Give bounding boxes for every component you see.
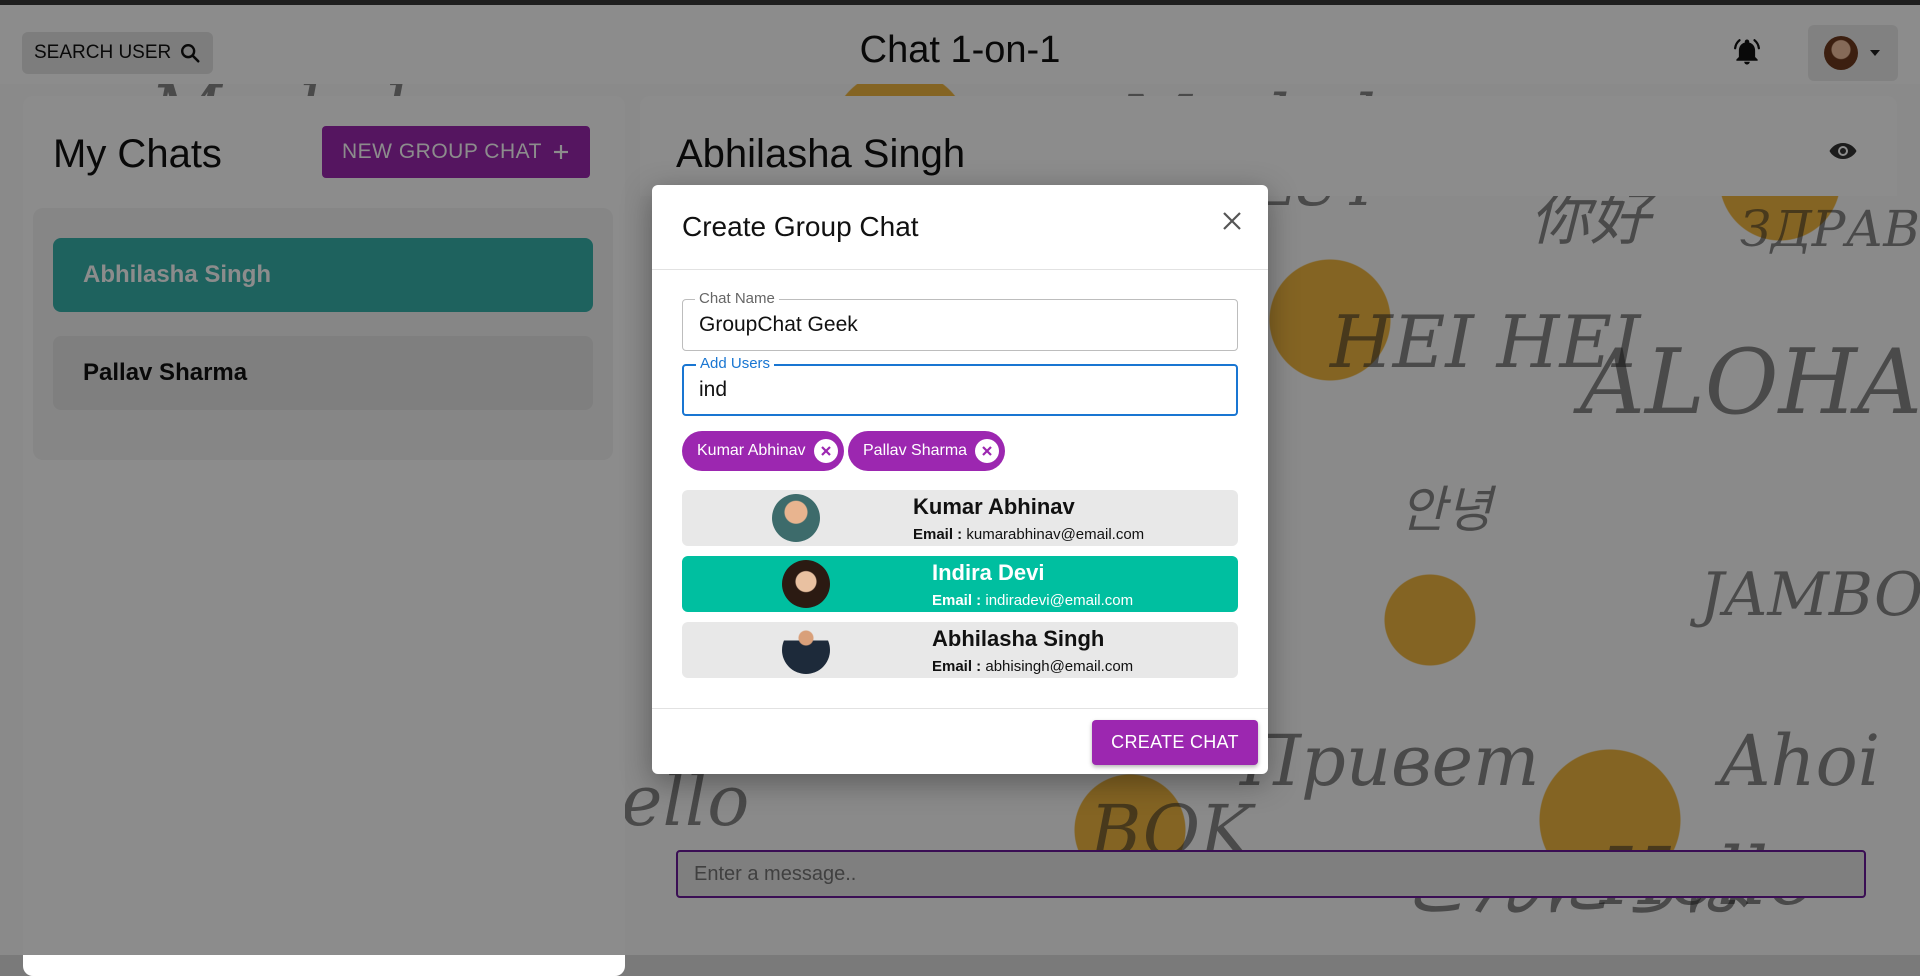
add-users-label: Add Users <box>696 355 775 372</box>
chat-name-value: GroupChat Geek <box>699 313 858 336</box>
close-icon[interactable] <box>1218 207 1246 235</box>
chat-name-field[interactable]: Chat Name GroupChat Geek <box>682 290 1238 351</box>
user-result-kumar-abhinav[interactable]: Kumar Abhinav Email : kumarabhinav@email… <box>682 490 1238 546</box>
modal-title: Create Group Chat <box>682 211 919 242</box>
create-group-chat-modal: Create Group Chat Chat Name GroupChat Ge… <box>652 185 1268 774</box>
remove-chip-button[interactable] <box>975 439 1000 463</box>
email-label: Email : <box>932 658 982 675</box>
selected-user-chip: Kumar Abhinav <box>682 431 844 471</box>
chip-label: Kumar Abhinav <box>697 442 806 459</box>
chip-label: Pallav Sharma <box>863 442 968 459</box>
chat-name-label: Chat Name <box>695 290 779 307</box>
avatar <box>772 494 820 542</box>
user-email: Email : indiradevi@email.com <box>932 592 1133 609</box>
user-name: Abhilasha Singh <box>932 626 1105 651</box>
email-value: kumarabhinav@email.com <box>966 526 1145 543</box>
avatar <box>782 560 830 608</box>
user-name: Kumar Abhinav <box>913 494 1075 519</box>
remove-chip-button[interactable] <box>813 439 838 463</box>
create-chat-button[interactable]: CREATE CHAT <box>1092 720 1258 765</box>
user-email: Email : kumarabhinav@email.com <box>913 526 1144 543</box>
user-result-indira-devi[interactable]: Indira Devi Email : indiradevi@email.com <box>682 556 1238 612</box>
add-users-value: ind <box>699 378 728 401</box>
close-icon <box>982 446 992 456</box>
email-label: Email : <box>913 526 963 543</box>
user-name: Indira Devi <box>932 560 1045 585</box>
user-result-abhilasha-singh[interactable]: Abhilasha Singh Email : abhisingh@email.… <box>682 622 1238 678</box>
add-users-field[interactable]: Add Users ind <box>682 355 1238 416</box>
close-icon <box>820 446 831 456</box>
user-email: Email : abhisingh@email.com <box>932 658 1133 675</box>
modal-divider <box>652 708 1268 709</box>
modal-divider <box>652 269 1268 270</box>
email-value: abhisingh@email.com <box>985 658 1134 675</box>
email-label: Email : <box>932 592 982 609</box>
selected-user-chip: Pallav Sharma <box>848 431 1006 471</box>
email-value: indiradevi@email.com <box>985 592 1134 609</box>
avatar <box>782 626 830 674</box>
